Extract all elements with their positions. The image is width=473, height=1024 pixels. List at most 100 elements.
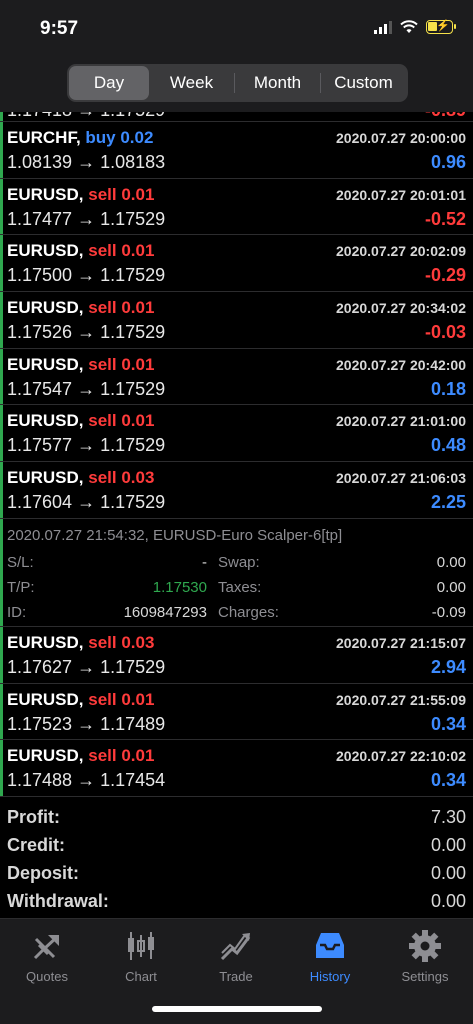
deal-accent-bar bbox=[0, 683, 3, 740]
period-month-button[interactable]: Month bbox=[235, 66, 320, 100]
charges-label: Charges: bbox=[218, 603, 279, 621]
deal-prices: 1.17523 → 1.17489 bbox=[7, 713, 166, 734]
deal-profit: 0.48 bbox=[430, 435, 466, 456]
home-indicator[interactable] bbox=[152, 1006, 322, 1012]
status-time: 9:57 bbox=[40, 18, 79, 39]
summary-row: Withdrawal: 0.00 bbox=[0, 887, 473, 915]
trade-icon bbox=[220, 933, 251, 961]
deal-symbol: EURCHF, buy 0.02 bbox=[7, 128, 153, 148]
taxes-label: Taxes: bbox=[218, 578, 262, 596]
deal-direction: sell 0.01 bbox=[88, 689, 155, 709]
summary-value: 0.00 bbox=[430, 862, 466, 883]
deal-accent-bar bbox=[0, 178, 3, 235]
sl-value: - bbox=[202, 553, 207, 571]
deal-prices: 1.17577 → 1.17529 bbox=[7, 435, 166, 456]
deal-direction: sell 0.01 bbox=[88, 746, 155, 766]
deal-row[interactable]: EURCHF, buy 0.02 2020.07.27 20:00:00 1.081… bbox=[0, 122, 473, 179]
deal-symbol: EURUSD, sell 0.03 bbox=[7, 633, 154, 653]
deal-direction: sell 0.01 bbox=[88, 298, 155, 318]
deal-row[interactable]: EURUSD, sell 0.03 2020.07.27 21:15:07 1.17… bbox=[0, 626, 473, 684]
deal-symbol: EURUSD, sell 0.01 bbox=[7, 746, 154, 766]
deal-prices: 1.17500 → 1.17529 bbox=[7, 265, 166, 286]
status-bar: 9:57 ⚡ bbox=[0, 0, 473, 56]
deal-time: 2020.07.27 22:10:02 bbox=[336, 748, 466, 765]
period-segmented-control: Day Week Month Custom bbox=[67, 64, 408, 102]
deal-accent-bar bbox=[0, 518, 3, 626]
tab-chart[interactable]: Chart bbox=[94, 929, 188, 993]
deal-time: 2020.07.27 20:02:09 bbox=[336, 243, 466, 260]
deal-prices: 1.17526 → 1.17529 bbox=[7, 322, 166, 343]
deal-prices: 1.17627 → 1.17529 bbox=[7, 656, 166, 677]
tp-label: T/P: bbox=[7, 578, 35, 596]
deal-time: 2020.07.27 21:15:07 bbox=[336, 634, 466, 651]
deal-direction: sell 0.01 bbox=[88, 184, 155, 204]
summary-section: Profit: 7.30 Credit: 0.00 Deposit: 0.00 Withdr… bbox=[0, 797, 473, 915]
tab-label: Quotes bbox=[26, 969, 68, 984]
history-icon bbox=[316, 933, 344, 958]
charges-value: -0.09 bbox=[431, 603, 466, 621]
deal-symbol-name: EURUSD, bbox=[7, 411, 84, 431]
summary-row: Deposit: 0.00 bbox=[0, 859, 473, 887]
deal-profit: 0.96 bbox=[430, 152, 466, 172]
deal-profit: 0.34 bbox=[430, 713, 466, 734]
deal-symbol-name: EURUSD, bbox=[7, 746, 84, 766]
period-custom-button[interactable]: Custom bbox=[321, 66, 406, 100]
deal-direction: sell 0.01 bbox=[88, 241, 155, 261]
deal-accent-bar bbox=[0, 235, 3, 292]
summary-row: Profit: 7.30 bbox=[0, 803, 473, 831]
tab-history[interactable]: History bbox=[283, 929, 377, 993]
deal-accent-bar bbox=[0, 122, 3, 178]
deal-row[interactable]: EURUSD, sell 0.01 2020.07.27 20:34:02 1.17… bbox=[0, 292, 473, 349]
summary-value: 0.00 bbox=[430, 834, 466, 855]
tab-trade[interactable]: Trade bbox=[189, 929, 283, 993]
deal-accent-bar bbox=[0, 462, 3, 518]
deal-accent-bar bbox=[0, 405, 3, 462]
summary-value: 7.30 bbox=[430, 806, 466, 827]
deal-symbol-name: EURUSD, bbox=[7, 632, 84, 652]
deal-row[interactable]: EURUSD, sell 0.01 2020.07.27 20:01:01 1.17… bbox=[0, 178, 473, 236]
deal-accent-bar bbox=[0, 112, 3, 121]
deal-profit: -0.52 bbox=[424, 208, 466, 229]
deal-symbol: EURUSD, sell 0.01 bbox=[7, 355, 154, 375]
deal-row-partial[interactable]: 1.17418 → 1.17529 -0.89 bbox=[0, 112, 473, 122]
settings-icon bbox=[409, 930, 441, 962]
summary-label: Credit: bbox=[7, 834, 65, 855]
deal-time: 2020.07.27 20:01:01 bbox=[336, 186, 466, 203]
deal-time: 2020.07.27 20:00:00 bbox=[336, 130, 466, 146]
deal-row[interactable]: EURUSD, sell 0.01 2020.07.27 21:01:00 1.17… bbox=[0, 405, 473, 463]
deal-row[interactable]: EURUSD, sell 0.03 2020.07.27 21:06:03 1.17… bbox=[0, 462, 473, 519]
deal-row[interactable]: EURUSD, sell 0.01 2020.07.27 20:02:09 1.17… bbox=[0, 235, 473, 293]
deal-accent-bar bbox=[0, 626, 3, 683]
summary-label: Profit: bbox=[7, 806, 60, 827]
deal-accent-bar bbox=[0, 348, 3, 405]
history-list[interactable]: 1.17418 → 1.17529 -0.89 EURCHF, buy 0.02… bbox=[0, 112, 473, 918]
deal-profit: 2.25 bbox=[430, 492, 466, 513]
period-week-button[interactable]: Week bbox=[149, 66, 234, 100]
tab-label: Trade bbox=[219, 969, 253, 984]
deal-prices: 1.17547 → 1.17529 bbox=[7, 378, 166, 399]
summary-row: Credit: 0.00 bbox=[0, 831, 473, 859]
tab-settings[interactable]: Settings bbox=[378, 929, 472, 993]
deal-row[interactable]: EURUSD, sell 0.01 2020.07.27 21:55:09 1.17… bbox=[0, 683, 473, 741]
quotes-icon bbox=[33, 935, 59, 960]
deal-time: 2020.07.27 21:01:00 bbox=[336, 413, 466, 430]
deal-profit: -0.03 bbox=[424, 322, 466, 343]
deal-row[interactable]: EURUSD, sell 0.01 2020.07.27 22:10:02 1.17… bbox=[0, 740, 473, 797]
deal-prices: 1.17418 → 1.17529 bbox=[7, 112, 165, 121]
deal-symbol-name: EURUSD, bbox=[7, 689, 84, 709]
deal-time: 2020.07.27 20:42:00 bbox=[336, 356, 466, 373]
wifi-icon bbox=[400, 20, 418, 33]
summary-value: 0.00 bbox=[430, 890, 466, 911]
battery-icon: ⚡ bbox=[426, 20, 456, 34]
deal-symbol: EURUSD, sell 0.01 bbox=[7, 298, 154, 318]
tab-quotes[interactable]: Quotes bbox=[0, 929, 94, 993]
deal-time: 2020.07.27 21:06:03 bbox=[336, 470, 466, 487]
period-day-button[interactable]: Day bbox=[69, 66, 149, 100]
deal-details-panel: 2020.07.27 21:54:32, EURUSD-Euro Scalper… bbox=[0, 518, 473, 627]
deal-prices: 1.08139 → 1.08183 bbox=[7, 152, 166, 172]
deal-direction: sell 0.03 bbox=[88, 468, 155, 488]
deal-time: 2020.07.27 21:55:09 bbox=[336, 691, 466, 708]
deal-symbol-name: EURUSD, bbox=[7, 468, 84, 488]
deal-symbol: EURUSD, sell 0.01 bbox=[7, 411, 154, 431]
deal-row[interactable]: EURUSD, sell 0.01 2020.07.27 20:42:00 1.17… bbox=[0, 348, 473, 406]
